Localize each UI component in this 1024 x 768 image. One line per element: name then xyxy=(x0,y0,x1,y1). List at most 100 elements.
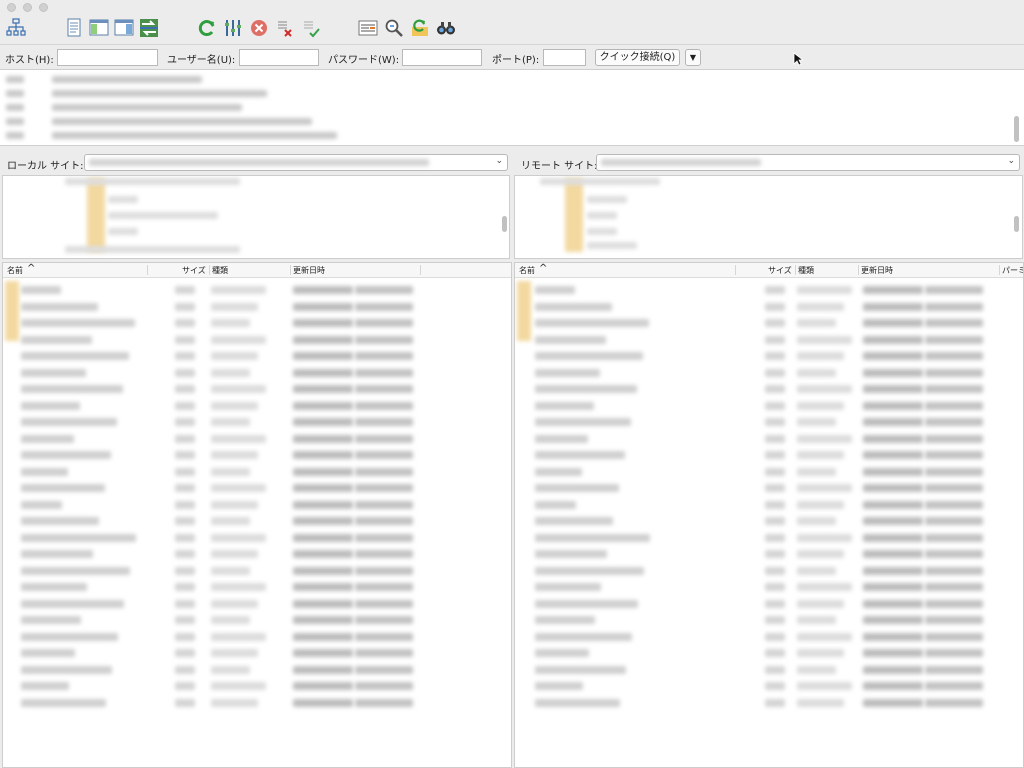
remote-col-name[interactable]: 名前 xyxy=(519,265,535,276)
remote-file-list[interactable]: 名前 ^ サイズ 種類 更新日時 パーミ xyxy=(514,262,1024,768)
table-row[interactable] xyxy=(515,679,1023,693)
table-row[interactable] xyxy=(3,415,511,429)
table-row[interactable] xyxy=(515,465,1023,479)
table-row[interactable] xyxy=(3,349,511,363)
table-row[interactable] xyxy=(3,498,511,512)
cancel-icon xyxy=(251,20,267,36)
sync-browse-button[interactable] xyxy=(383,17,405,39)
remote-col-modified[interactable]: 更新日時 xyxy=(861,265,893,276)
remote-tree-scrollbar[interactable] xyxy=(1014,216,1019,232)
local-directory-tree[interactable] xyxy=(2,175,510,259)
table-row[interactable] xyxy=(3,465,511,479)
table-row[interactable] xyxy=(3,580,511,594)
chevron-down-icon: ⌄ xyxy=(495,156,503,166)
toggle-local-tree-button[interactable] xyxy=(88,17,110,39)
host-label: ホスト(H): xyxy=(5,55,54,66)
table-row[interactable] xyxy=(515,448,1023,462)
cancel-button[interactable] xyxy=(248,17,270,39)
table-row[interactable] xyxy=(3,679,511,693)
refresh-button[interactable] xyxy=(196,17,218,39)
table-row[interactable] xyxy=(515,547,1023,561)
table-row[interactable] xyxy=(3,316,511,330)
disconnect-button[interactable] xyxy=(274,17,296,39)
table-row[interactable] xyxy=(515,283,1023,297)
table-row[interactable] xyxy=(515,696,1023,710)
remote-path-combo[interactable]: ⌄ xyxy=(596,154,1020,171)
table-row[interactable] xyxy=(515,316,1023,330)
table-row[interactable] xyxy=(3,366,511,380)
table-row[interactable] xyxy=(515,498,1023,512)
refresh-icon xyxy=(198,20,215,37)
table-row[interactable] xyxy=(3,333,511,347)
table-row[interactable] xyxy=(3,547,511,561)
table-row[interactable] xyxy=(3,514,511,528)
table-row[interactable] xyxy=(515,630,1023,644)
table-row[interactable] xyxy=(515,415,1023,429)
local-col-type[interactable]: 種類 xyxy=(212,265,228,276)
quickconnect-button[interactable]: クイック接続(Q) xyxy=(595,49,680,66)
port-input[interactable] xyxy=(543,49,586,66)
table-row[interactable] xyxy=(3,448,511,462)
log-scrollbar[interactable] xyxy=(1014,116,1019,142)
transfer-queue-button[interactable] xyxy=(138,17,160,39)
refresh-dir-button[interactable] xyxy=(409,17,431,39)
table-row[interactable] xyxy=(3,696,511,710)
local-path-combo[interactable]: ⌄ xyxy=(84,154,508,171)
table-row[interactable] xyxy=(3,382,511,396)
table-row[interactable] xyxy=(515,663,1023,677)
host-input[interactable] xyxy=(57,49,158,66)
password-input[interactable] xyxy=(402,49,482,66)
toggle-remote-tree-button[interactable] xyxy=(113,17,135,39)
close-window-button[interactable] xyxy=(7,3,16,12)
filter-button[interactable] xyxy=(222,17,244,39)
table-row[interactable] xyxy=(515,333,1023,347)
local-tree-scrollbar[interactable] xyxy=(502,216,507,232)
remote-directory-tree[interactable] xyxy=(514,175,1023,259)
directory-compare-button[interactable] xyxy=(357,17,379,39)
table-row[interactable] xyxy=(3,613,511,627)
table-row[interactable] xyxy=(3,399,511,413)
message-log[interactable] xyxy=(0,70,1024,146)
table-row[interactable] xyxy=(3,531,511,545)
table-row[interactable] xyxy=(3,597,511,611)
remote-col-size[interactable]: サイズ xyxy=(768,265,792,276)
table-row[interactable] xyxy=(515,531,1023,545)
minimize-window-button[interactable] xyxy=(23,3,32,12)
table-row[interactable] xyxy=(515,366,1023,380)
table-row[interactable] xyxy=(515,646,1023,660)
site-manager-button[interactable] xyxy=(5,17,27,39)
toggle-log-button[interactable] xyxy=(63,17,85,39)
table-row[interactable] xyxy=(515,564,1023,578)
local-col-name[interactable]: 名前 xyxy=(7,265,23,276)
local-col-modified[interactable]: 更新日時 xyxy=(293,265,325,276)
table-row[interactable] xyxy=(3,564,511,578)
quickconnect-history-dropdown[interactable]: ▼ xyxy=(685,49,701,66)
zoom-window-button[interactable] xyxy=(39,3,48,12)
table-row[interactable] xyxy=(3,663,511,677)
table-row[interactable] xyxy=(515,597,1023,611)
table-row[interactable] xyxy=(3,481,511,495)
find-button[interactable] xyxy=(435,17,457,39)
table-row[interactable] xyxy=(515,432,1023,446)
table-row[interactable] xyxy=(3,646,511,660)
table-row[interactable] xyxy=(515,300,1023,314)
mouse-pointer-icon xyxy=(793,52,803,66)
table-row[interactable] xyxy=(3,300,511,314)
table-row[interactable] xyxy=(515,349,1023,363)
table-row[interactable] xyxy=(3,432,511,446)
local-file-list[interactable]: 名前 ^ サイズ 種類 更新日時 xyxy=(2,262,512,768)
reconnect-button[interactable] xyxy=(300,17,322,39)
remote-col-type[interactable]: 種類 xyxy=(798,265,814,276)
table-row[interactable] xyxy=(515,613,1023,627)
table-row[interactable] xyxy=(515,382,1023,396)
local-col-size[interactable]: サイズ xyxy=(182,265,206,276)
table-row[interactable] xyxy=(515,514,1023,528)
find-icon xyxy=(437,22,455,35)
table-row[interactable] xyxy=(515,580,1023,594)
table-row[interactable] xyxy=(515,481,1023,495)
table-row[interactable] xyxy=(3,630,511,644)
table-row[interactable] xyxy=(515,399,1023,413)
table-row[interactable] xyxy=(3,283,511,297)
remote-col-permissions[interactable]: パーミ xyxy=(1002,265,1023,276)
username-input[interactable] xyxy=(239,49,319,66)
